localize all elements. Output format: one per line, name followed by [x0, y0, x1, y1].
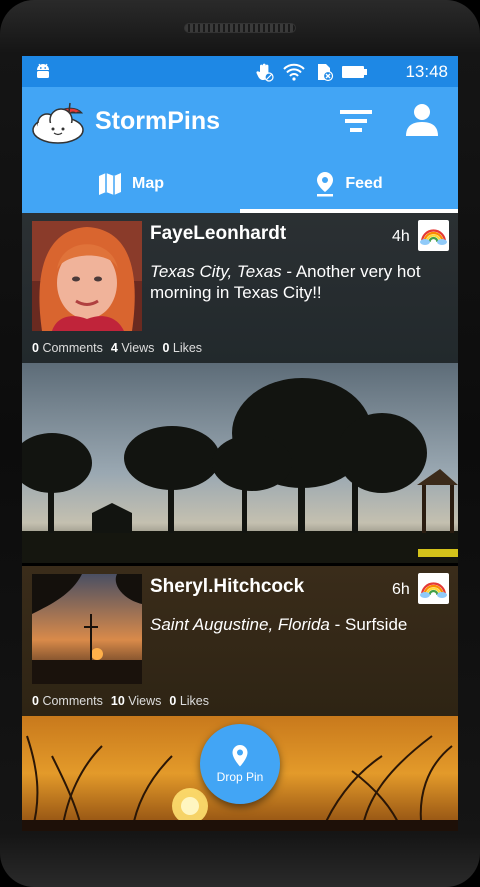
tab-map-label: Map — [132, 175, 164, 192]
likes-count: 0 — [162, 341, 170, 355]
wifi-icon — [283, 63, 305, 81]
likes-label: Likes — [179, 694, 210, 708]
rainbow-icon — [418, 220, 449, 251]
drop-pin-label: Drop Pin — [216, 770, 264, 784]
post-location: Saint Augustine, Florida — [150, 615, 330, 634]
map-icon — [99, 173, 121, 195]
likes-stat[interactable]: 0 Likes — [162, 341, 202, 355]
post-stats: 0 Comments 4 Views 0 Likes — [32, 341, 202, 355]
post-time-ago: 6h — [392, 581, 410, 598]
caption-separator: - — [281, 262, 296, 281]
post-text: Surfside — [344, 615, 408, 634]
app-bar: StormPins — [22, 87, 458, 155]
avatar[interactable] — [32, 574, 142, 684]
comments-count: 0 — [32, 341, 39, 355]
avatar[interactable] — [32, 221, 142, 331]
likes-label: Likes — [172, 341, 203, 355]
likes-count: 0 — [169, 694, 177, 708]
location-pin-icon — [232, 745, 248, 767]
phone-frame: 13:48 StormPins Map Feed FayeLeonhardt 4… — [0, 0, 480, 887]
tab-bar: Map Feed — [22, 155, 458, 213]
location-pin-icon — [317, 172, 334, 197]
tab-feed[interactable]: Feed — [240, 155, 458, 213]
post-time-ago: 4h — [392, 228, 410, 245]
screen: 13:48 StormPins Map Feed FayeLeonhardt 4… — [22, 56, 458, 831]
android-icon — [37, 63, 49, 78]
views-count: 10 — [110, 694, 125, 708]
clock: 13:48 — [405, 62, 448, 81]
post-header[interactable]: Sheryl.Hitchcock 6h Saint Augustine, Flo… — [22, 566, 458, 716]
likes-stat[interactable]: 0 Likes — [169, 694, 209, 708]
speaker-grille — [184, 23, 296, 33]
caption-separator: - — [329, 615, 345, 634]
touch-off-icon — [256, 63, 274, 82]
comments-count: 0 — [32, 694, 39, 708]
views-count: 4 — [110, 341, 118, 355]
views-stat: 10 Views — [111, 694, 162, 708]
views-label: Views — [128, 694, 162, 708]
no-sim-icon — [318, 64, 334, 82]
app-title: StormPins — [95, 107, 221, 135]
post-location: Texas City, Texas — [150, 262, 282, 281]
rainbow-icon — [418, 573, 449, 604]
views-label: Views — [121, 341, 155, 355]
post-header[interactable]: FayeLeonhardt 4h Texas City, Texas - Ano… — [22, 213, 458, 363]
filter-icon[interactable] — [340, 107, 372, 135]
comments-stat[interactable]: 0 Comments — [32, 694, 103, 708]
comments-stat[interactable]: 0 Comments — [32, 341, 103, 355]
tab-feed-label: Feed — [345, 175, 383, 192]
tab-map[interactable]: Map — [22, 155, 240, 213]
post-photo[interactable] — [22, 363, 458, 563]
comments-label: Comments — [42, 694, 103, 708]
status-bar: 13:48 — [22, 56, 458, 87]
post-caption: Texas City, Texas - Another very hot mor… — [150, 261, 450, 303]
views-stat: 4 Views — [111, 341, 155, 355]
battery-icon — [342, 66, 367, 78]
app-logo-icon — [32, 102, 84, 144]
comments-label: Comments — [42, 341, 103, 355]
post-caption: Saint Augustine, Florida - Surfside — [150, 614, 450, 635]
drop-pin-button[interactable]: Drop Pin — [200, 724, 280, 804]
post-username[interactable]: Sheryl.Hitchcock — [150, 576, 304, 598]
post-stats: 0 Comments 10 Views 0 Likes — [32, 694, 209, 708]
account-icon[interactable] — [404, 102, 440, 138]
post-username[interactable]: FayeLeonhardt — [150, 223, 286, 245]
